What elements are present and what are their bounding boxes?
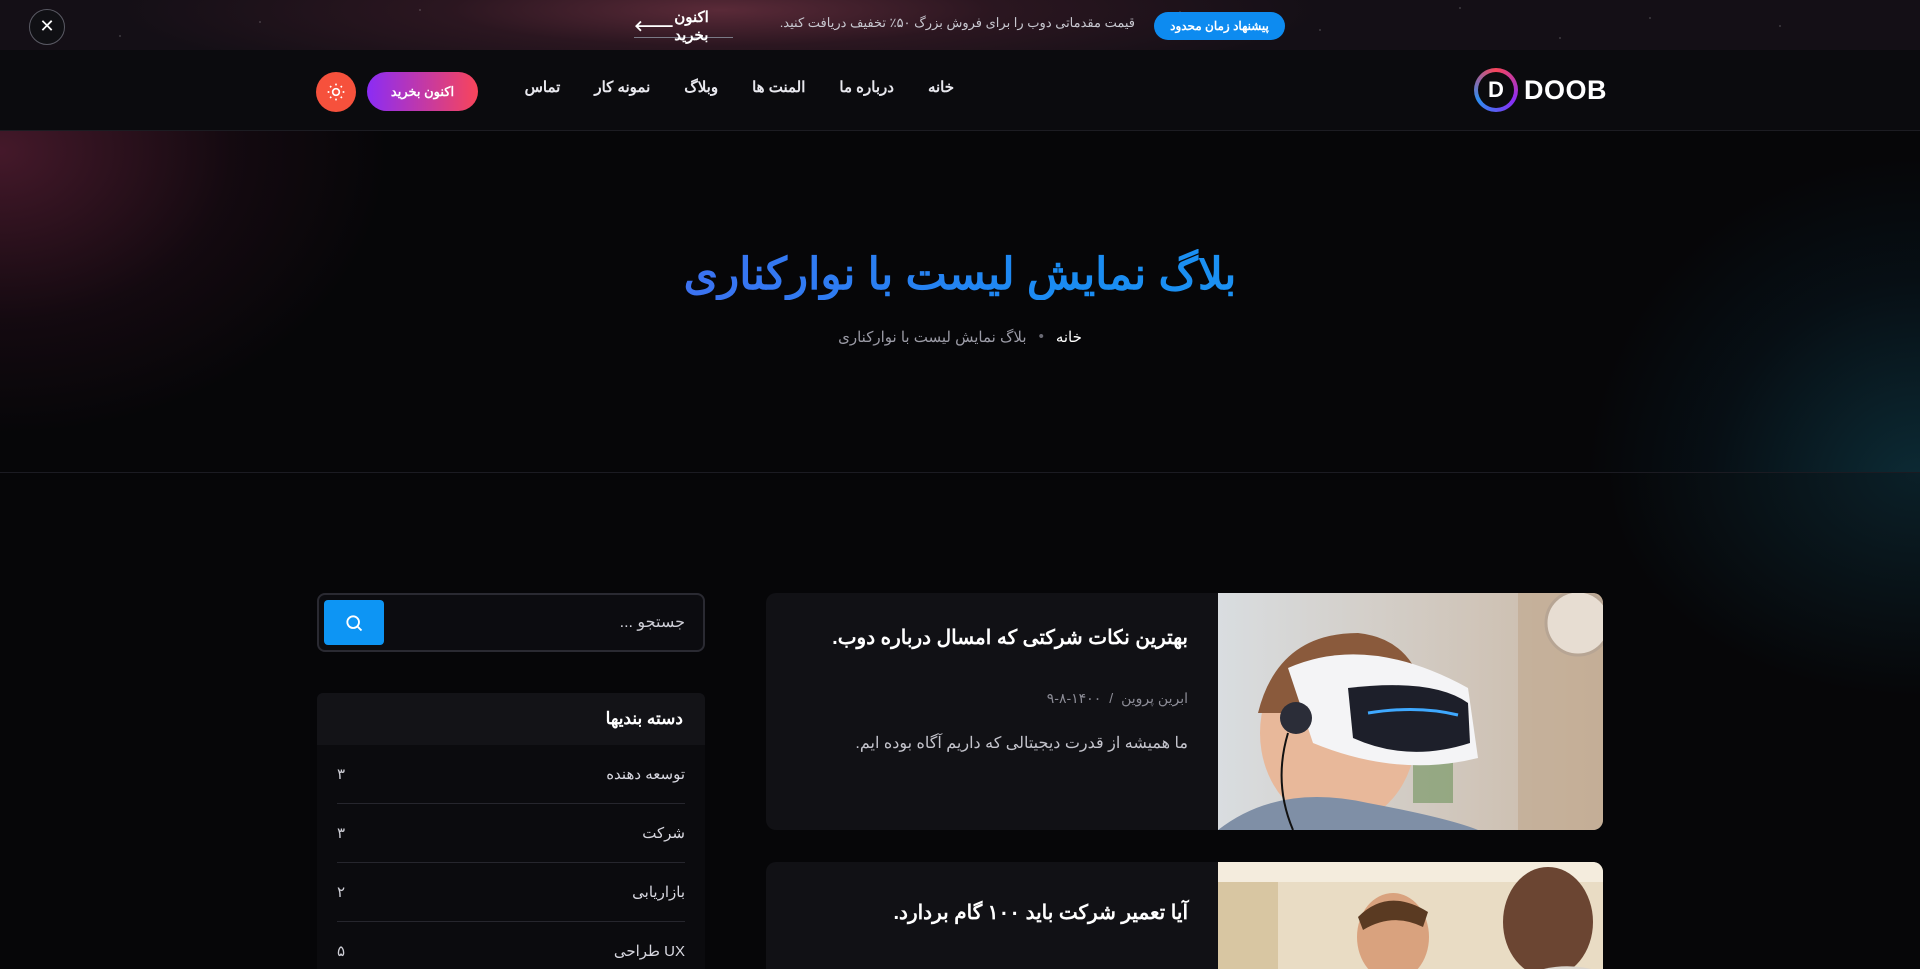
sun-icon — [327, 83, 345, 101]
arrow-left-icon: 🡐 — [634, 18, 675, 35]
nav-item-portfolio[interactable]: نمونه کار — [594, 78, 650, 96]
category-count: ۳ — [337, 825, 346, 842]
search-widget — [317, 593, 705, 652]
post-date: ۱۴۰۰-۸-۹ — [1046, 690, 1102, 706]
promo-link-label: اکنون بخرید — [674, 8, 709, 44]
post-image-vr-headset[interactable] — [1218, 593, 1603, 830]
close-banner-button[interactable]: ✕ — [29, 9, 65, 45]
search-button[interactable] — [324, 600, 384, 645]
nav-item-contact[interactable]: تماس — [525, 78, 561, 96]
post-excerpt: ما همیشه از قدرت دیجیتالی که داریم آگاه … — [855, 735, 1188, 752]
limited-offer-badge[interactable]: پیشنهاد زمان محدود — [1154, 12, 1285, 40]
post-card[interactable]: آیا تعمیر شرکت باید ۱۰۰ گام بردارد. — [766, 862, 1603, 969]
breadcrumb: خانه • بلاگ نمایش لیست با نوارکناری — [0, 328, 1920, 346]
site-logo[interactable]: D DOOB — [1474, 68, 1607, 112]
post-author[interactable]: ابرین پروین — [1121, 690, 1188, 706]
breadcrumb-separator: • — [1038, 328, 1044, 345]
buy-now-button[interactable]: اکنون بخرید — [367, 72, 478, 111]
post-title[interactable]: بهترین نکات شرکتی که امسال درباره دوب. — [796, 625, 1188, 650]
categories-title: دسته بندیها — [317, 693, 705, 745]
category-count: ۵ — [337, 943, 346, 960]
category-name: شرکت — [642, 825, 685, 842]
breadcrumb-home[interactable]: خانه — [1056, 328, 1082, 346]
promo-buy-link[interactable]: 🡐 اکنون بخرید — [634, 9, 733, 44]
page-title: بلاگ نمایش لیست با نوارکناری — [0, 249, 1920, 300]
categories-list: توسعه دهنده ۳ شرکت ۳ بازاریابی ۲ UX طراح… — [317, 745, 705, 969]
category-count: ۲ — [337, 884, 346, 901]
post-body: بهترین نکات شرکتی که امسال درباره دوب. ا… — [766, 593, 1218, 830]
nav-item-elements[interactable]: المنت ها — [752, 78, 805, 96]
nav-item-blog[interactable]: وبلاگ — [684, 78, 718, 96]
logo-mark: D — [1474, 68, 1518, 112]
site-header: D DOOB خانه درباره ما المنت ها وبلاگ نمو… — [0, 50, 1920, 131]
category-count: ۳ — [337, 766, 346, 783]
logo-text: DOOB — [1524, 74, 1607, 105]
close-icon: ✕ — [39, 16, 55, 37]
category-item[interactable]: بازاریابی ۲ — [337, 863, 685, 922]
post-card[interactable]: بهترین نکات شرکتی که امسال درباره دوب. ا… — [766, 593, 1603, 830]
theme-toggle-button[interactable] — [316, 72, 356, 112]
post-image-meeting[interactable] — [1218, 862, 1603, 969]
breadcrumb-current: بلاگ نمایش لیست با نوارکناری — [838, 329, 1027, 346]
main-nav: خانه درباره ما المنت ها وبلاگ نمونه کار … — [525, 78, 954, 96]
categories-widget: دسته بندیها توسعه دهنده ۳ شرکت ۳ بازاریا… — [317, 693, 705, 969]
post-title[interactable]: آیا تعمیر شرکت باید ۱۰۰ گام بردارد. — [796, 900, 1189, 925]
page-hero: بلاگ نمایش لیست با نوارکناری خانه • بلاگ… — [0, 131, 1920, 473]
nav-item-about[interactable]: درباره ما — [839, 78, 894, 96]
category-item[interactable]: شرکت ۳ — [337, 804, 685, 863]
category-item[interactable]: توسعه دهنده ۳ — [337, 745, 685, 804]
nav-item-home[interactable]: خانه — [928, 78, 954, 96]
post-meta: ابرین پروین/۱۴۰۰-۸-۹ — [1046, 690, 1188, 706]
promo-banner: ✕ 🡐 اکنون بخرید قیمت مقدماتی دوب را برای… — [0, 0, 1920, 50]
promo-text: قیمت مقدماتی دوب را برای فروش بزرگ ۵۰٪ ت… — [779, 15, 1135, 30]
search-icon — [346, 614, 363, 631]
category-name: UX طراحی — [613, 943, 685, 960]
category-item[interactable]: UX طراحی ۵ — [337, 922, 685, 969]
category-name: بازاریابی — [632, 884, 685, 901]
category-name: توسعه دهنده — [606, 766, 685, 783]
search-input[interactable] — [405, 609, 685, 637]
post-body: آیا تعمیر شرکت باید ۱۰۰ گام بردارد. — [766, 862, 1218, 969]
